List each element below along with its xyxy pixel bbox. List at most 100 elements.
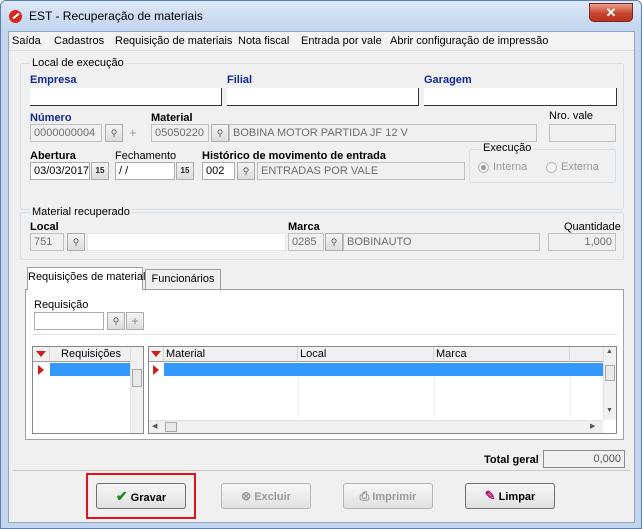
- requisicoes-grid[interactable]: Requisições: [32, 346, 144, 434]
- total-geral-label: Total geral: [484, 454, 539, 466]
- menu-requisicao-materiais[interactable]: Requisição de materiais: [115, 35, 232, 47]
- column-divider: [434, 376, 435, 418]
- app-icon: [9, 10, 22, 23]
- quantidade-field[interactable]: 1,000: [548, 233, 616, 251]
- binoculars-icon: ⚲: [112, 316, 120, 326]
- material-code-field[interactable]: 05050220: [151, 124, 209, 142]
- scrollbar-thumb[interactable]: [132, 369, 142, 387]
- marca-column-header[interactable]: Marca: [434, 347, 570, 362]
- requisicao-search-button[interactable]: ⚲: [107, 312, 125, 330]
- local-execucao-label: Local de execução: [30, 57, 126, 69]
- extra-column-header: [570, 347, 604, 362]
- garagem-field[interactable]: [424, 88, 617, 106]
- scrollbar-thumb[interactable]: [605, 365, 615, 381]
- numero-search-button[interactable]: ⚲: [105, 124, 123, 142]
- close-button[interactable]: ✕: [589, 3, 633, 22]
- filial-label: Filial: [227, 74, 253, 86]
- gravar-button[interactable]: ✔ Gravar: [96, 483, 186, 509]
- numero-label: Número: [30, 112, 72, 124]
- quantidade-label: Quantidade: [564, 221, 621, 233]
- window-title: EST - Recuperação de materiais: [29, 9, 203, 23]
- menu-cadastros[interactable]: Cadastros: [54, 35, 104, 47]
- grid-indicator-header: [33, 347, 50, 362]
- scroll-left-icon[interactable]: ◀: [152, 422, 157, 430]
- garagem-label: Garagem: [424, 74, 472, 86]
- total-geral-field: 0,000: [543, 450, 625, 468]
- execucao-externa-radio[interactable]: [546, 162, 557, 173]
- divider: [32, 334, 617, 335]
- empresa-field[interactable]: [30, 88, 222, 106]
- marca-label: Marca: [288, 221, 320, 233]
- nro-vale-field[interactable]: [549, 124, 616, 142]
- filial-field[interactable]: [227, 88, 419, 106]
- execucao-label: Execução: [481, 142, 534, 154]
- execucao-externa-label: Externa: [561, 161, 599, 173]
- local-execucao-group: Local de execução Empresa Filial Garagem…: [20, 57, 624, 210]
- limpar-button[interactable]: ✎ Limpar: [465, 483, 555, 509]
- binoculars-icon: ⚲: [330, 237, 338, 247]
- binoculars-icon: ⚲: [216, 128, 224, 138]
- requisicoes-column-header[interactable]: Requisições: [50, 347, 131, 362]
- column-divider: [298, 376, 299, 418]
- material-search-button[interactable]: ⚲: [211, 124, 229, 142]
- historico-code-field[interactable]: 002: [202, 162, 235, 180]
- fechamento-calendar-button[interactable]: 15: [176, 162, 194, 180]
- client-area: Saída Cadastros Requisição de materiais …: [8, 31, 635, 523]
- scroll-up-icon[interactable]: ▲: [606, 348, 613, 355]
- fechamento-field[interactable]: / /: [115, 162, 175, 180]
- scroll-down-icon[interactable]: ▼: [606, 407, 613, 414]
- local-column-header[interactable]: Local: [298, 347, 434, 362]
- scroll-right-icon[interactable]: ▶: [590, 422, 595, 430]
- imprimir-label: Imprimir: [372, 491, 417, 503]
- imprimir-button[interactable]: ⎙ Imprimir: [343, 483, 433, 509]
- execucao-interna-radio[interactable]: [478, 162, 489, 173]
- title-bar[interactable]: EST - Recuperação de materiais ✕: [1, 1, 641, 31]
- column-divider: [570, 376, 571, 418]
- local-label: Local: [30, 221, 59, 233]
- main-window: EST - Recuperação de materiais ✕ Saída C…: [0, 0, 642, 529]
- marca-code-field[interactable]: 0285: [288, 233, 324, 251]
- abertura-field[interactable]: 03/03/2017: [30, 162, 90, 180]
- abertura-label: Abertura: [30, 150, 76, 162]
- menu-nota-fiscal[interactable]: Nota fiscal: [238, 35, 289, 47]
- menu-entrada-por-vale[interactable]: Entrada por vale: [301, 35, 382, 47]
- excluir-label: Excluir: [254, 491, 291, 503]
- excluir-button[interactable]: ⊗ Excluir: [221, 483, 311, 509]
- marca-search-button[interactable]: ⚲: [325, 233, 343, 251]
- printer-icon: ⎙: [359, 489, 370, 503]
- numero-field[interactable]: 0000000004: [30, 124, 102, 142]
- table-row[interactable]: [164, 363, 604, 376]
- menu-bar: Saída Cadastros Requisição de materiais …: [9, 32, 634, 51]
- menu-saida[interactable]: Saída: [12, 35, 41, 47]
- horizontal-scrollbar[interactable]: ◀ ▶: [149, 420, 603, 433]
- materiais-grid[interactable]: Material Local Marca ▲ ▼ ◀ ▶: [148, 346, 617, 434]
- material-column-header[interactable]: Material: [164, 347, 298, 362]
- binoculars-icon: ⚲: [242, 166, 250, 176]
- calendar-icon: 15: [95, 166, 105, 175]
- scrollbar-thumb[interactable]: [165, 422, 177, 432]
- binoculars-icon: ⚲: [110, 128, 118, 138]
- material-desc-field: BOBINA MOTOR PARTIDA JF 12 V: [229, 124, 537, 142]
- execucao-interna-label: Interna: [493, 161, 528, 173]
- historico-desc-field: ENTRADAS POR VALE: [257, 162, 465, 180]
- tab-requisicoes-material[interactable]: Requisições de material: [27, 267, 145, 290]
- menu-abrir-configuracao-impressao[interactable]: Abrir configuração de impressão: [390, 35, 548, 47]
- requisicao-label: Requisição: [34, 299, 89, 311]
- add-icon[interactable]: +: [129, 125, 137, 140]
- delete-icon: ⊗: [241, 489, 252, 503]
- add-icon: +: [131, 314, 139, 328]
- local-desc-field: [87, 233, 286, 251]
- tab-funcionarios[interactable]: Funcionários: [145, 269, 221, 290]
- local-code-field[interactable]: 751: [30, 233, 64, 251]
- gravar-label: Gravar: [130, 492, 167, 504]
- requisicao-field[interactable]: [34, 312, 104, 330]
- vertical-scrollbar[interactable]: ▲ ▼: [603, 347, 616, 420]
- table-row[interactable]: [50, 363, 131, 376]
- binoculars-icon: ⚲: [72, 237, 80, 247]
- historico-search-button[interactable]: ⚲: [237, 162, 255, 180]
- material-recuperado-group: Material recuperado Local 751 ⚲ Marca 02…: [20, 206, 624, 260]
- abertura-calendar-button[interactable]: 15: [91, 162, 109, 180]
- requisicao-add-button[interactable]: +: [126, 312, 144, 330]
- vertical-scrollbar[interactable]: [130, 347, 143, 433]
- local-search-button[interactable]: ⚲: [67, 233, 85, 251]
